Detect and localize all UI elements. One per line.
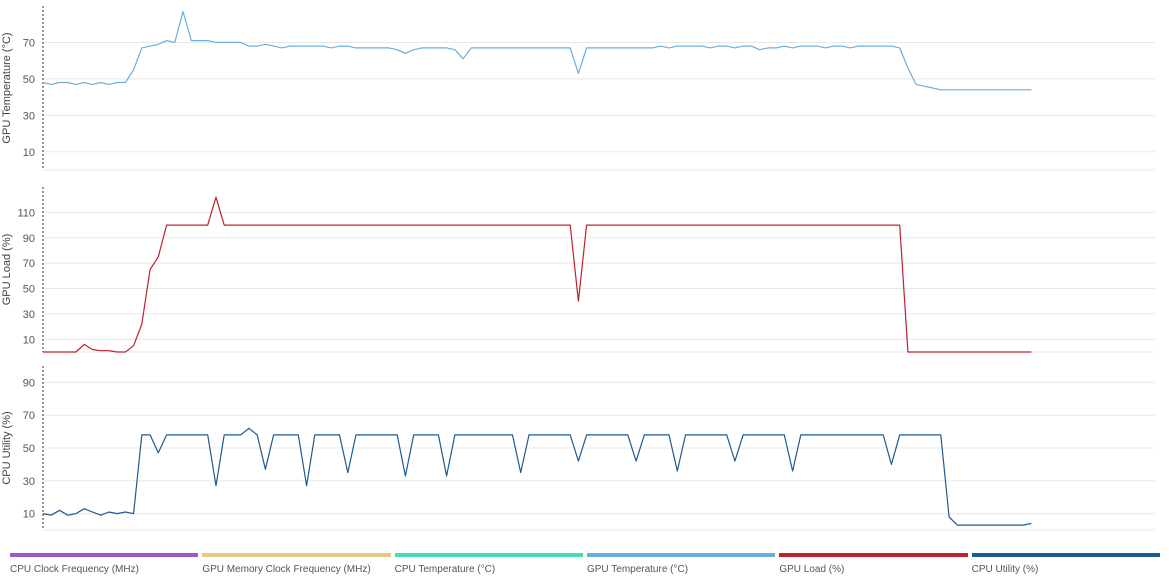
y-tick-label: 110 [17, 207, 35, 219]
y-tick-label: 10 [23, 334, 35, 346]
y-axis-title: CPU Utility (%) [1, 411, 13, 484]
legend-item-gpu-temperature[interactable]: GPU Temperature (°C) [586, 553, 776, 577]
panel-cpu-utility: 10 30 50 70 90 CPU Utility (%) [1, 366, 1155, 531]
y-tick-label: 30 [23, 110, 35, 122]
legend-item-gpu-memory-clock-frequency[interactable]: GPU Memory Clock Frequency (MHz) [202, 553, 391, 577]
y-tick-label: 90 [23, 377, 35, 389]
legend-swatch [779, 553, 968, 557]
y-tick-label: 70 [23, 410, 35, 422]
legend-swatch [394, 553, 583, 557]
legend-item-cpu-clock-frequency[interactable]: CPU Clock Frequency (MHz) [10, 553, 199, 577]
y-tick-label: 50 [23, 74, 35, 86]
y-axis-title: GPU Temperature (°C) [1, 32, 13, 143]
y-tick-label: 10 [23, 147, 35, 159]
chart-canvas: 10 30 50 70 GPU Temperature (°C) 10 30 50 70 90 11… [1, 6, 1155, 531]
legend-label: CPU Clock Frequency (MHz) [10, 564, 139, 575]
legend-item-gpu-load[interactable]: GPU Load (%) [779, 553, 968, 577]
series-line-gpu-load [43, 196, 1032, 353]
legend-swatch [971, 553, 1160, 557]
legend-label: GPU Memory Clock Frequency (MHz) [202, 564, 371, 575]
legend: CPU Clock Frequency (MHz) GPU Memory Clo… [10, 553, 1160, 577]
legend-item-cpu-utility[interactable]: CPU Utility (%) [971, 553, 1160, 577]
legend-item-cpu-temperature[interactable]: CPU Temperature (°C) [394, 553, 583, 577]
legend-swatch [202, 553, 391, 557]
panel-gpu-temperature: 10 30 50 70 GPU Temperature (°C) [1, 6, 1155, 171]
y-tick-label: 50 [23, 443, 35, 455]
panel-gpu-load: 10 30 50 70 90 110 GPU Load (%) [1, 187, 1155, 353]
y-tick-label: 10 [23, 509, 35, 521]
legend-swatch [10, 553, 199, 557]
y-tick-label: 70 [23, 37, 35, 49]
series-line-gpu-temperature [42, 10, 1032, 91]
y-tick-label: 50 [23, 284, 35, 296]
legend-label: CPU Utility (%) [971, 564, 1039, 575]
legend-label: GPU Temperature (°C) [586, 564, 689, 575]
y-tick-label: 30 [23, 309, 35, 321]
legend-label: GPU Load (%) [779, 564, 845, 575]
y-tick-label: 90 [23, 233, 35, 245]
y-tick-label: 30 [23, 476, 35, 488]
series-line-cpu-utility [42, 427, 1032, 526]
legend-label: CPU Temperature (°C) [394, 564, 496, 575]
y-tick-label: 70 [23, 258, 35, 270]
legend-swatch [586, 553, 776, 557]
y-axis-title: GPU Load (%) [1, 234, 13, 306]
